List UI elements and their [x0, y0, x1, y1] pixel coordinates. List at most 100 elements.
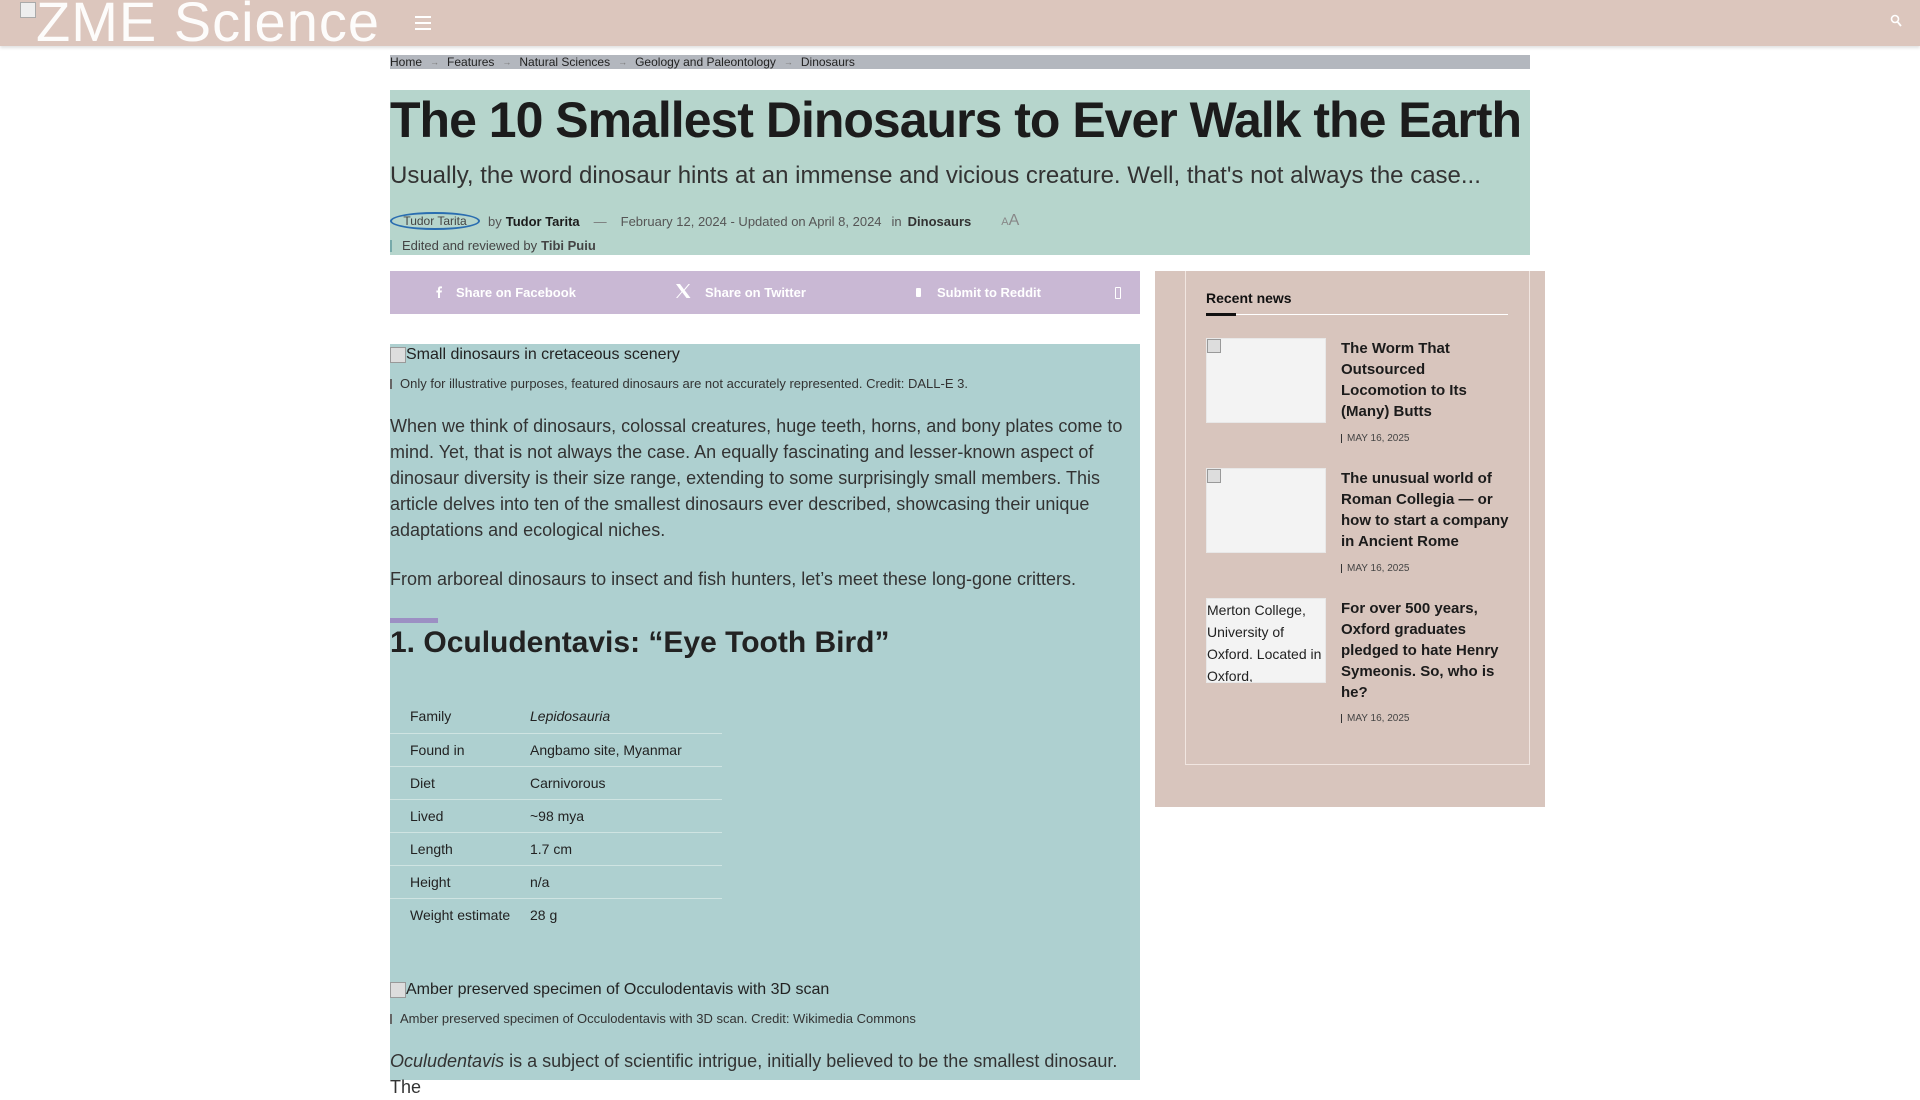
- caption-icon: [390, 378, 392, 389]
- editor-link[interactable]: Tibi Puiu: [541, 238, 596, 253]
- hero-image: Small dinosaurs in cretaceous scenery: [390, 346, 680, 364]
- site-header: ZME Science: [0, 0, 1920, 46]
- fact-label: Diet: [390, 766, 530, 800]
- news-date: MAY 16, 2025: [1341, 713, 1409, 724]
- section-accent-bar: [390, 618, 438, 623]
- fact-label: Found in: [390, 733, 530, 767]
- news-date: MAY 16, 2025: [1341, 433, 1409, 444]
- fact-value: Lepidosauria: [530, 700, 722, 734]
- category-link[interactable]: Dinosaurs: [908, 214, 972, 229]
- fact-value: 1.7 cm: [530, 832, 722, 866]
- breadcrumb: Home → Features → Natural Sciences → Geo…: [390, 55, 1530, 69]
- edited-prefix: Edited and reviewed by: [402, 238, 538, 253]
- site-logo[interactable]: ZME Science: [20, 0, 380, 46]
- font-small-icon: A: [1001, 216, 1009, 228]
- specimen-caption-text: Amber preserved specimen of Occulodentav…: [400, 1011, 916, 1026]
- search-icon[interactable]: [1890, 14, 1902, 28]
- article-body: Small dinosaurs in cretaceous scenery On…: [390, 344, 1140, 1097]
- news-title[interactable]: For over 500 years, Oxford graduates ple…: [1341, 598, 1511, 703]
- fact-label: Lived: [390, 799, 530, 833]
- reddit-icon: [915, 285, 923, 301]
- facts-row: Length 1.7 cm: [390, 832, 722, 866]
- news-thumbnail[interactable]: [1206, 338, 1326, 423]
- author-avatar[interactable]: Tudor Tarita: [390, 212, 480, 230]
- font-size-toggle[interactable]: AA: [1001, 212, 1019, 230]
- article-meta: Tudor Tarita by Tudor Tarita — February …: [390, 212, 1019, 230]
- facts-table: Family Lepidosauria Found in Angbamo site, …: [390, 700, 722, 931]
- recent-news-title: Recent news: [1206, 290, 1292, 306]
- hero-caption: Only for illustrative purposes, featured…: [390, 376, 968, 391]
- font-large-icon: A: [1008, 212, 1020, 229]
- share-twitter-label: Share on Twitter: [705, 285, 806, 300]
- breadcrumb-dinosaurs[interactable]: Dinosaurs: [801, 55, 855, 69]
- hamburger-icon[interactable]: [415, 16, 431, 30]
- paragraph-oculudentavis: Oculudentavis is a subject of scientific…: [390, 1048, 1140, 1100]
- fact-label: Family: [390, 700, 530, 734]
- facebook-icon: [436, 285, 442, 301]
- paragraph-lead: From arboreal dinosaurs to insect and fi…: [390, 569, 1077, 589]
- fact-label: Height: [390, 865, 530, 899]
- meta-dash: —: [593, 213, 607, 229]
- fact-value: n/a: [530, 865, 722, 899]
- share-facebook-button[interactable]: Share on Facebook: [436, 271, 576, 314]
- edited-icon: [390, 239, 392, 252]
- paragraph-intro: When we think of dinosaurs, colossal cre…: [390, 416, 1123, 540]
- fact-value: Angbamo site, Myanmar: [530, 733, 722, 767]
- news-date-text: MAY 16, 2025: [1347, 433, 1410, 444]
- article-subtitle: Usually, the word dinosaur hints at an i…: [390, 162, 1481, 189]
- share-facebook-label: Share on Facebook: [456, 285, 576, 300]
- breadcrumb-features[interactable]: Features: [447, 55, 494, 69]
- species-name: Oculudentavis: [390, 1051, 505, 1071]
- breadcrumb-separator-icon: →: [783, 57, 793, 67]
- hero-image-alt: Small dinosaurs in cretaceous scenery: [406, 346, 680, 363]
- facts-row: Diet Carnivorous: [390, 766, 722, 800]
- news-title[interactable]: The Worm That Outsourced Locomotion to I…: [1341, 338, 1511, 422]
- news-thumbnail-alt: Merton College, University of Oxford. Lo…: [1207, 602, 1322, 683]
- recent-news-divider: [1206, 314, 1508, 315]
- news-thumbnail[interactable]: Merton College, University of Oxford. Lo…: [1206, 598, 1326, 683]
- author-link[interactable]: Tudor Tarita: [506, 214, 580, 229]
- broken-image-icon: [390, 982, 406, 998]
- breadcrumb-separator-icon: →: [502, 57, 512, 67]
- facts-row: Found in Angbamo site, Myanmar: [390, 733, 722, 767]
- recent-news-accent: [1206, 313, 1236, 316]
- broken-image-icon: [390, 347, 406, 363]
- breadcrumb-separator-icon: →: [430, 57, 440, 67]
- submit-reddit-label: Submit to Reddit: [937, 285, 1041, 300]
- news-title[interactable]: The unusual world of Roman Collegia — or…: [1341, 468, 1511, 552]
- clock-icon: [1341, 564, 1342, 573]
- breadcrumb-separator-icon: →: [618, 57, 628, 67]
- submit-reddit-button[interactable]: Submit to Reddit: [915, 271, 1041, 314]
- fact-value: ~98 mya: [530, 799, 722, 833]
- recent-news-widget: Recent news The Worm That Outsourced Loc…: [1185, 271, 1530, 765]
- x-twitter-icon: [675, 284, 691, 301]
- caption-icon: [390, 1013, 392, 1024]
- broken-image-icon: [20, 2, 36, 18]
- facts-row: Weight estimate 28 g: [390, 898, 722, 931]
- article-title: The 10 Smallest Dinosaurs to Ever Walk t…: [390, 92, 1522, 148]
- facts-row: Family Lepidosauria: [390, 700, 722, 734]
- sidebar: Recent news The Worm That Outsourced Loc…: [1155, 271, 1545, 807]
- breadcrumb-home[interactable]: Home: [390, 55, 422, 69]
- facts-row: Height n/a: [390, 865, 722, 899]
- fact-label: Weight estimate: [410, 906, 511, 923]
- specimen-image-alt: Amber preserved specimen of Occulodentav…: [406, 981, 830, 998]
- clock-icon: [1341, 434, 1342, 443]
- clock-icon: [1341, 714, 1342, 723]
- article-header: The 10 Smallest Dinosaurs to Ever Walk t…: [390, 90, 1530, 255]
- fact-value: Carnivorous: [530, 766, 722, 800]
- breadcrumb-geology[interactable]: Geology and Paleontology: [635, 55, 776, 69]
- share-bar: Share on Facebook Share on Twitter Submi…: [390, 271, 1140, 314]
- fact-value: 28 g: [530, 906, 558, 923]
- broken-image-icon: [1207, 469, 1221, 483]
- share-twitter-button[interactable]: Share on Twitter: [675, 271, 806, 314]
- share-more-icon[interactable]: [1115, 286, 1121, 299]
- broken-image-icon: [1207, 339, 1221, 353]
- news-thumbnail[interactable]: [1206, 468, 1326, 553]
- breadcrumb-natural-sciences[interactable]: Natural Sciences: [519, 55, 610, 69]
- in-label: in: [891, 213, 902, 229]
- specimen-image: Amber preserved specimen of Occulodentav…: [390, 981, 829, 999]
- specimen-caption: Amber preserved specimen of Occulodentav…: [390, 1011, 916, 1026]
- section-heading: 1. Oculudentavis: “Eye Tooth Bird”: [390, 626, 890, 659]
- logo-text: ZME Science: [36, 0, 380, 46]
